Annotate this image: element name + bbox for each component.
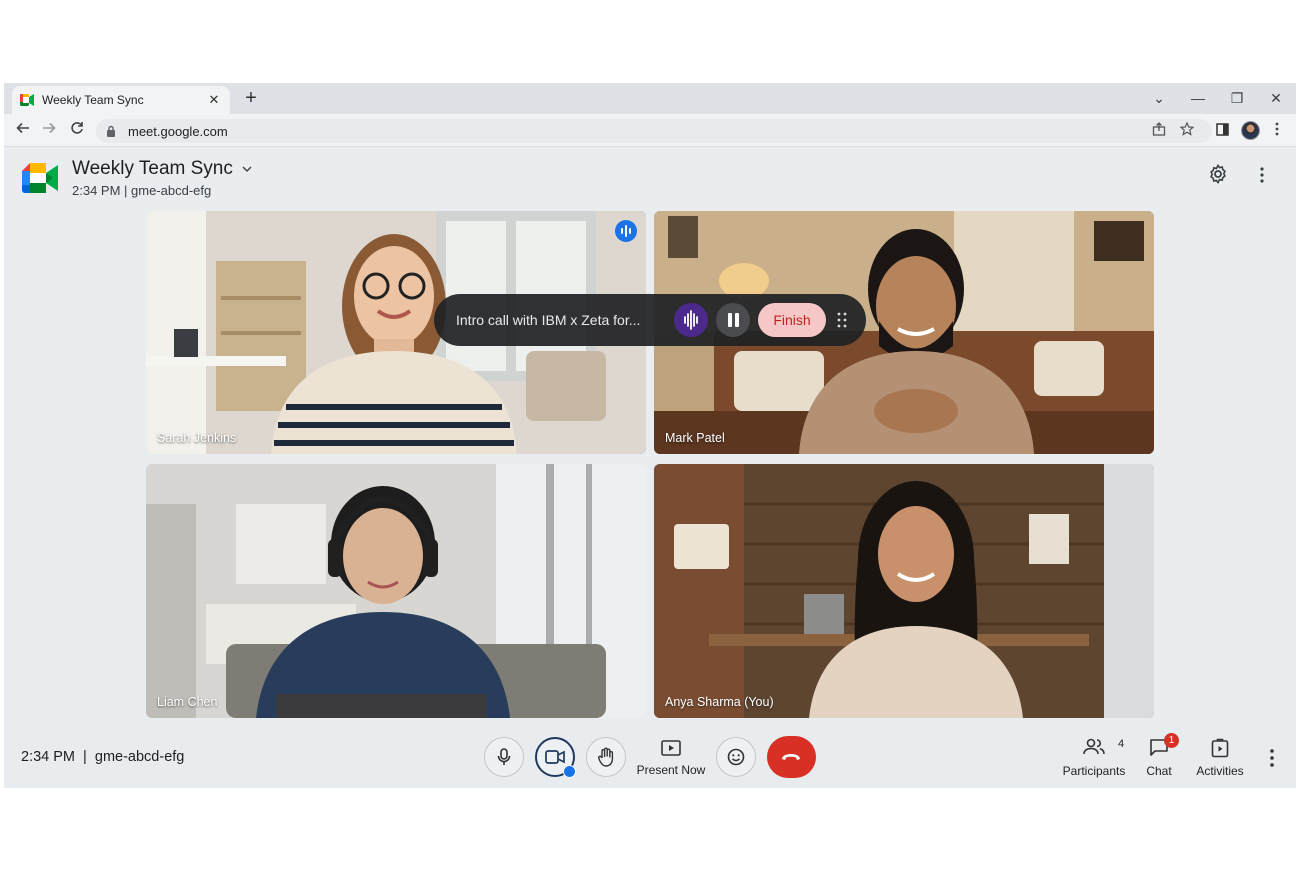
participant-name: Anya Sharma (You) xyxy=(665,695,774,709)
activities-icon xyxy=(1211,738,1229,758)
reload-icon[interactable] xyxy=(66,120,88,142)
chevron-down-icon[interactable] xyxy=(242,165,252,173)
back-icon[interactable] xyxy=(12,120,34,142)
tab-search-dropdown-icon[interactable]: ⌄ xyxy=(1148,88,1170,108)
present-now-button[interactable]: Present Now xyxy=(634,736,708,782)
participant-name: Mark Patel xyxy=(665,431,725,445)
profile-avatar[interactable] xyxy=(1241,121,1260,140)
pause-button[interactable] xyxy=(716,303,750,337)
emoji-icon xyxy=(727,748,745,766)
browser-tab[interactable]: Weekly Team Sync ✕ xyxy=(12,86,230,114)
meeting-title-row[interactable]: Weekly Team Sync xyxy=(72,158,252,180)
call-controls-bar: 2:34 PM | gme-abcd-efg Present Now 4 Par… xyxy=(4,724,1296,788)
tab-title: Weekly Team Sync xyxy=(42,93,144,107)
reactions-button[interactable] xyxy=(716,737,756,777)
new-tab-button[interactable]: + xyxy=(240,87,262,109)
present-icon xyxy=(661,740,681,756)
recording-control-pill: Intro call with IBM x Zeta for... Finish xyxy=(434,294,866,346)
raise-hand-button[interactable] xyxy=(586,737,626,777)
participants-button[interactable]: 4 Participants xyxy=(1060,736,1128,782)
meet-favicon-icon xyxy=(20,94,34,106)
lock-icon xyxy=(107,125,115,137)
camera-effects-badge xyxy=(563,765,576,778)
meeting-subtitle: 2:34 PM | gme-abcd-efg xyxy=(72,183,212,198)
present-now-label: Present Now xyxy=(636,763,706,777)
participant-video xyxy=(654,464,1154,718)
speaking-indicator-icon xyxy=(615,220,637,242)
drag-handle-icon[interactable] xyxy=(836,310,848,330)
camera-button[interactable] xyxy=(535,737,576,778)
finish-button[interactable]: Finish xyxy=(758,303,826,337)
url-text: meet.google.com xyxy=(128,123,228,139)
end-call-icon xyxy=(782,754,800,760)
tab-close-icon[interactable]: ✕ xyxy=(206,92,222,108)
hand-icon xyxy=(598,747,614,767)
side-panel-icon[interactable] xyxy=(1211,120,1233,142)
chat-button[interactable]: 1 Chat xyxy=(1142,733,1179,782)
more-options-icon[interactable] xyxy=(1262,746,1282,770)
participant-name: Sarah Jenkins xyxy=(157,431,237,445)
participant-tile-liam[interactable]: Liam Chen xyxy=(146,464,646,718)
participants-label: Participants xyxy=(1062,764,1126,778)
recording-title: Intro call with IBM x Zeta for... xyxy=(456,312,641,328)
more-vert-icon[interactable] xyxy=(1249,164,1275,190)
minimize-button[interactable]: — xyxy=(1187,88,1209,108)
share-icon[interactable] xyxy=(1148,120,1170,142)
star-icon[interactable] xyxy=(1176,120,1198,142)
address-bar[interactable]: meet.google.com xyxy=(96,119,1212,143)
close-window-button[interactable]: ✕ xyxy=(1265,88,1287,108)
browser-menu-icon[interactable] xyxy=(1266,120,1288,142)
meeting-info: 2:34 PM | gme-abcd-efg xyxy=(21,749,185,765)
chat-unread-badge: 1 xyxy=(1164,733,1179,748)
mic-icon xyxy=(497,748,511,765)
participants-count: 4 xyxy=(1118,738,1125,750)
pause-icon xyxy=(728,313,739,327)
leave-call-button[interactable] xyxy=(767,736,816,778)
microphone-button[interactable] xyxy=(484,737,524,777)
google-meet-logo xyxy=(22,163,58,193)
restore-button[interactable]: ❐ xyxy=(1226,88,1248,108)
browser-toolbar: meet.google.com xyxy=(4,114,1296,147)
participant-name: Liam Chen xyxy=(157,695,218,709)
participants-icon xyxy=(1083,738,1105,755)
tab-strip: Weekly Team Sync ✕ + ⌄ — ❐ ✕ xyxy=(4,83,1296,114)
forward-icon[interactable] xyxy=(38,120,60,142)
activities-button[interactable]: Activities xyxy=(1192,736,1248,782)
participant-tile-anya[interactable]: Anya Sharma (You) xyxy=(654,464,1154,718)
chat-label: Chat xyxy=(1146,764,1172,778)
camera-icon xyxy=(545,750,565,764)
participant-video xyxy=(146,464,646,718)
activities-label: Activities xyxy=(1196,764,1244,778)
settings-icon[interactable] xyxy=(1205,164,1231,190)
meeting-title: Weekly Team Sync xyxy=(72,158,233,179)
meet-page: Weekly Team Sync 2:34 PM | gme-abcd-efg xyxy=(4,147,1296,788)
audio-wave-icon[interactable] xyxy=(674,303,708,337)
browser-window: Weekly Team Sync ✕ + ⌄ — ❐ ✕ meet.google… xyxy=(4,83,1296,788)
